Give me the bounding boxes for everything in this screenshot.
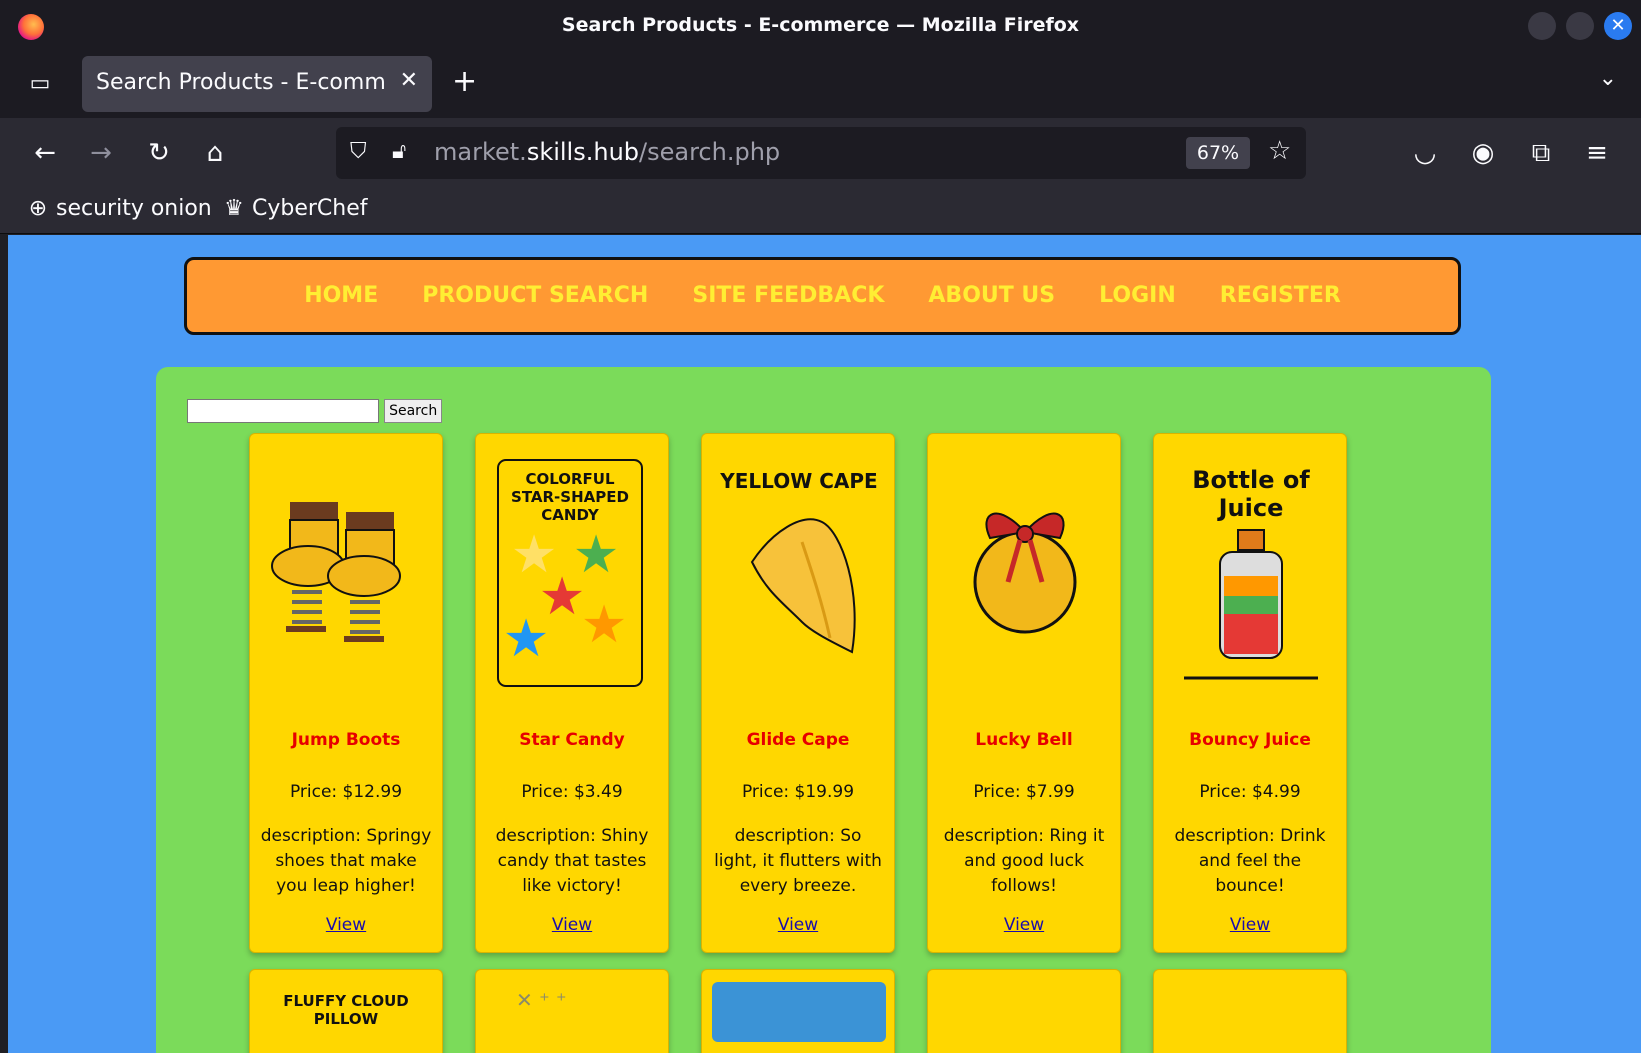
web-page: HOME PRODUCT SEARCH SITE FEEDBACK ABOUT US L…: [8, 235, 1641, 1053]
sparkle-icon: ✕ ⁺ ⁺: [516, 988, 567, 1012]
nav-register-link[interactable]: REGISTER: [1220, 260, 1341, 332]
product-card: COLORFUL STAR-SHAPED CANDY ★ ★ ★ ★ ★ Sta…: [475, 433, 669, 953]
search-form: Search: [187, 399, 443, 423]
product-card: Lucky Bell Price: $7.99 description: Rin…: [927, 433, 1121, 953]
back-icon[interactable]: ←: [28, 136, 62, 170]
svg-text:★: ★: [581, 595, 628, 655]
product-price: Price: $4.99: [1199, 782, 1301, 802]
view-link[interactable]: View: [486, 913, 658, 938]
lucky-bell-image: [973, 512, 1077, 634]
search-input[interactable]: [187, 399, 379, 423]
extensions-icon[interactable]: ⧉: [1524, 136, 1558, 170]
insecure-lock-icon[interactable]: 🔓︎: [392, 139, 406, 164]
view-link[interactable]: View: [712, 913, 884, 938]
product-card: ✕ ⁺ ⁺: [475, 969, 669, 1053]
product-description: description: Drink and feel the bounce! V…: [1164, 824, 1336, 938]
minimize-button[interactable]: [1528, 12, 1556, 40]
tab-active[interactable]: Search Products - E-commerce ✕: [82, 56, 432, 112]
product-card: [927, 969, 1121, 1053]
product-description: description: Ring it and good luck follo…: [938, 824, 1110, 938]
view-link[interactable]: View: [260, 913, 432, 938]
tab-strip: ▭ Search Products - E-commerce ✕ + ⌄: [0, 52, 1641, 118]
product-search-panel: Search Jump Boots Price: $12.99 descript: [156, 367, 1491, 1053]
tab-label: Search Products - E-commerce: [96, 70, 386, 95]
product-description: description: Springy shoes that make you…: [260, 824, 432, 938]
glide-cape-image: YELLOW CAPE: [719, 469, 878, 654]
bookmark-star-icon[interactable]: ☆: [1268, 136, 1291, 166]
product-description: description: Shiny candy that tastes lik…: [486, 824, 658, 938]
product-name: Glide Cape: [746, 730, 850, 750]
new-tab-button[interactable]: +: [452, 64, 477, 99]
svg-text:COLORFUL: COLORFUL: [525, 470, 615, 488]
maximize-button[interactable]: [1566, 12, 1594, 40]
bookmarks-toolbar: ⊕ security onion ♛ CyberChef: [0, 188, 1641, 234]
reload-icon[interactable]: ↻: [142, 136, 176, 170]
view-link[interactable]: View: [938, 913, 1110, 938]
navigation-toolbar: ← → ↻ ⌂ ⛉ 🔓︎ market.skills.hub/search.ph…: [0, 118, 1641, 188]
nav-site-feedback-link[interactable]: SITE FEEDBACK: [692, 260, 884, 332]
account-icon[interactable]: ◉: [1466, 136, 1500, 170]
product-card: [1153, 969, 1347, 1053]
product-price: Price: $3.49: [521, 782, 623, 802]
home-icon[interactable]: ⌂: [198, 136, 232, 170]
product-card: Bottle of Juice Bouncy Juice Price: $4.9…: [1153, 433, 1347, 953]
product-name: Lucky Bell: [975, 730, 1073, 750]
search-button[interactable]: Search: [384, 399, 443, 423]
nav-login-link[interactable]: LOGIN: [1099, 260, 1176, 332]
tracking-protection-shield-icon[interactable]: ⛉: [350, 139, 367, 164]
bookmark-security-onion[interactable]: ⊕ security onion: [26, 196, 212, 221]
product-name: Star Candy: [519, 730, 625, 750]
address-bar[interactable]: ⛉ 🔓︎ market.skills.hub/search.php 67% ☆: [336, 127, 1306, 179]
product-card: [701, 969, 895, 1053]
bouncy-juice-image: Bottle of Juice: [1184, 466, 1318, 680]
product-image-caption: FLUFFY CLOUD PILLOW: [283, 992, 409, 1028]
product-card: Jump Boots Price: $12.99 description: Sp…: [249, 433, 443, 953]
product-price: Price: $7.99: [973, 782, 1075, 802]
jump-boots-image: [271, 502, 401, 642]
product-name: Jump Boots: [291, 730, 401, 750]
tab-list-icon[interactable]: ▭: [24, 68, 56, 100]
site-navigation: HOME PRODUCT SEARCH SITE FEEDBACK ABOUT US L…: [184, 257, 1461, 335]
svg-text:CANDY: CANDY: [541, 506, 600, 524]
svg-text:Bottle of: Bottle of: [1192, 466, 1310, 494]
nav-about-us-link[interactable]: ABOUT US: [928, 260, 1055, 332]
svg-text:YELLOW CAPE: YELLOW CAPE: [719, 469, 877, 493]
product-card: YELLOW CAPE Glide Cape Price: $19.99 des…: [701, 433, 895, 953]
pocket-icon[interactable]: ◡: [1408, 136, 1442, 170]
window-title: Search Products - E-commerce — Mozilla F…: [561, 14, 1080, 36]
list-all-tabs-icon[interactable]: ⌄: [1599, 66, 1617, 91]
globe-icon: ⊕: [28, 196, 48, 221]
star-candy-image: COLORFUL STAR-SHAPED CANDY ★ ★ ★ ★ ★: [497, 459, 643, 687]
zoom-level-button[interactable]: 67%: [1186, 137, 1250, 169]
svg-text:Juice: Juice: [1217, 494, 1284, 522]
nav-product-search-link[interactable]: PRODUCT SEARCH: [422, 260, 648, 332]
forward-icon[interactable]: →: [84, 136, 118, 170]
product-image: [712, 982, 886, 1042]
tab-close-icon[interactable]: ✕: [400, 68, 418, 93]
svg-text:★: ★: [503, 609, 550, 669]
close-window-button[interactable]: ✕: [1604, 12, 1632, 40]
nav-home-link[interactable]: HOME: [304, 260, 378, 332]
product-description: description: So light, it flutters with …: [712, 824, 884, 938]
product-price: Price: $19.99: [741, 782, 855, 802]
view-link[interactable]: View: [1164, 913, 1336, 938]
url-text[interactable]: market.skills.hub/search.php: [434, 138, 780, 166]
bookmark-cyberchef[interactable]: ♛ CyberChef: [222, 196, 367, 221]
menu-hamburger-icon[interactable]: ≡: [1580, 136, 1614, 170]
product-price: Price: $12.99: [289, 782, 403, 802]
product-name: Bouncy Juice: [1189, 730, 1311, 750]
chef-hat-icon: ♛: [224, 196, 244, 221]
window-titlebar: Search Products - E-commerce — Mozilla F…: [0, 0, 1641, 52]
product-card: FLUFFY CLOUD PILLOW: [249, 969, 443, 1053]
svg-text:STAR-SHAPED: STAR-SHAPED: [511, 488, 629, 506]
